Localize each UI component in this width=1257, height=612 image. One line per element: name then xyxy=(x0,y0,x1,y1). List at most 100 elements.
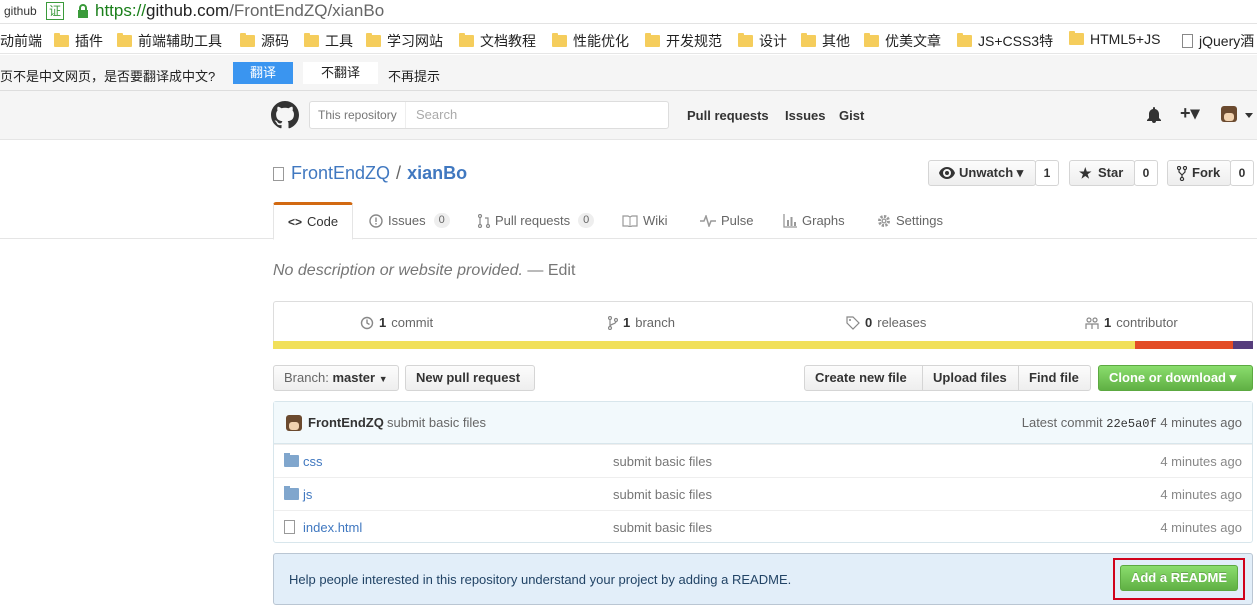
create-new-file-button[interactable]: Create new file xyxy=(804,365,923,391)
folder-icon xyxy=(54,33,69,47)
notification-bell-icon[interactable] xyxy=(1147,107,1161,123)
tab-pull-requests[interactable]: Pull requests 0 xyxy=(478,202,595,239)
bookmark-folder[interactable]: 源码 xyxy=(240,31,289,51)
tab-wiki[interactable]: Wiki xyxy=(622,202,668,239)
nav-gist[interactable]: Gist xyxy=(839,108,864,123)
repo-name-link[interactable]: xianBo xyxy=(407,163,467,184)
bookmark-folder[interactable]: 学习网站 xyxy=(366,31,443,51)
language-segment[interactable] xyxy=(273,341,1136,349)
clone-or-download-button[interactable]: Clone or download ▾ xyxy=(1098,365,1253,391)
language-segment[interactable] xyxy=(1135,341,1234,349)
file-commit-message[interactable]: submit basic files xyxy=(613,454,712,469)
fork-button[interactable]: Fork xyxy=(1167,160,1231,186)
commit-sha[interactable]: 22e5a0f xyxy=(1106,417,1156,431)
folder-icon xyxy=(738,33,753,47)
bookmark-folder[interactable]: 前端辅助工具 xyxy=(117,31,222,51)
pull-requests-count: 0 xyxy=(578,213,595,228)
fork-count[interactable]: 0 xyxy=(1230,160,1254,186)
readme-prompt: Help people interested in this repositor… xyxy=(273,553,1253,605)
certificate-badge[interactable]: 证 xyxy=(46,2,64,20)
commits-stat[interactable]: 1 commit xyxy=(360,315,433,330)
file-name[interactable]: index.html xyxy=(303,520,362,535)
watch-button[interactable]: Unwatch ▾ xyxy=(928,160,1036,186)
nav-pull-requests[interactable]: Pull requests xyxy=(687,108,769,123)
bookmark-folder[interactable]: HTML5+JS xyxy=(1069,31,1160,47)
tab-settings[interactable]: Settings xyxy=(877,202,943,239)
language-bar[interactable] xyxy=(273,341,1253,349)
commit-author-avatar[interactable] xyxy=(286,415,302,431)
commit-message[interactable]: submit basic files xyxy=(387,415,486,430)
folder-icon xyxy=(864,33,879,47)
bookmark-folder[interactable]: JS+CSS3特 xyxy=(957,31,1053,51)
file-commit-message[interactable]: submit basic files xyxy=(613,520,712,535)
bookmark-page[interactable]: jQuery酒 xyxy=(1182,31,1254,51)
folder-icon xyxy=(366,33,381,47)
new-menu-button[interactable]: +▾ xyxy=(1180,103,1200,124)
find-file-button[interactable]: Find file xyxy=(1018,365,1091,391)
page-icon xyxy=(1182,34,1193,48)
bookmark-folder[interactable]: 其他 xyxy=(801,31,850,51)
folder-icon xyxy=(284,486,299,500)
table-row[interactable]: index.html submit basic files 4 minutes … xyxy=(274,510,1252,543)
translate-message: 页不是中文网页，是否要翻译成中文? xyxy=(0,69,216,84)
bookmark-folder[interactable]: 文档教程 xyxy=(459,31,536,51)
lock-icon xyxy=(78,4,88,18)
star-button[interactable]: ★ Star xyxy=(1069,160,1135,186)
pull-request-icon xyxy=(478,213,490,228)
edit-description-link[interactable]: Edit xyxy=(548,262,576,279)
repo-description: No description or website provided. — Ed… xyxy=(273,262,575,280)
file-name[interactable]: js xyxy=(303,487,312,502)
tab-pulse[interactable]: Pulse xyxy=(700,202,754,239)
tag-icon xyxy=(846,315,860,330)
contributors-stat[interactable]: 1 contributor xyxy=(1085,315,1178,330)
new-pull-request-button[interactable]: New pull request xyxy=(405,365,535,391)
github-logo-icon[interactable] xyxy=(271,101,299,129)
table-row[interactable]: js submit basic files 4 minutes ago xyxy=(274,477,1252,510)
user-avatar[interactable] xyxy=(1221,106,1237,122)
bookmark-folder[interactable]: 开发规范 xyxy=(645,31,722,51)
repo-owner-link[interactable]: FrontEndZQ xyxy=(291,163,390,184)
file-commit-message[interactable]: submit basic files xyxy=(613,487,712,502)
browser-address-bar[interactable]: github 证 https://github.com/FrontEndZQ/x… xyxy=(0,0,1257,24)
chevron-down-icon: ▼ xyxy=(378,374,388,384)
star-count[interactable]: 0 xyxy=(1134,160,1158,186)
bookmark-item[interactable]: 动前端 xyxy=(0,31,42,51)
code-icon: <> xyxy=(288,215,303,229)
tab-issues[interactable]: Issues 0 xyxy=(369,202,450,239)
folder-icon xyxy=(552,33,567,47)
bookmark-folder[interactable]: 设计 xyxy=(738,31,787,51)
file-age: 4 minutes ago xyxy=(1160,454,1242,469)
tab-graphs[interactable]: Graphs xyxy=(783,202,845,239)
search-box[interactable]: This repository Search xyxy=(309,101,669,129)
releases-stat[interactable]: 0 releases xyxy=(846,315,926,330)
search-input[interactable]: Search xyxy=(416,102,457,128)
upload-files-button[interactable]: Upload files xyxy=(922,365,1019,391)
url-text[interactable]: https://github.com/FrontEndZQ/xianBo xyxy=(95,1,384,21)
repo-title: FrontEndZQ / xianBo xyxy=(273,163,467,184)
graph-icon xyxy=(783,213,797,228)
commit-author[interactable]: FrontEndZQ xyxy=(308,415,384,430)
bookmark-folder[interactable]: 工具 xyxy=(304,31,353,51)
commit-meta: Latest commit 22e5a0f 4 minutes ago xyxy=(1021,415,1242,431)
branch-select[interactable]: Branch: master ▼ xyxy=(273,365,399,391)
gear-icon xyxy=(878,214,890,227)
tab-code[interactable]: <> Code xyxy=(273,202,353,240)
never-prompt-link[interactable]: 不再提示 xyxy=(388,66,440,85)
branches-stat[interactable]: 1 branch xyxy=(608,315,675,330)
chevron-down-icon[interactable] xyxy=(1245,113,1253,118)
bookmark-folder[interactable]: 优美文章 xyxy=(864,31,941,51)
add-readme-button[interactable]: Add a README xyxy=(1120,565,1238,591)
nav-issues[interactable]: Issues xyxy=(785,108,825,123)
bookmark-folder[interactable]: 插件 xyxy=(54,31,103,51)
language-segment[interactable] xyxy=(1233,341,1253,349)
table-row[interactable]: css submit basic files 4 minutes ago xyxy=(274,444,1252,477)
watch-count[interactable]: 1 xyxy=(1035,160,1059,186)
repo-tabs: <> Code Issues 0 Pull requests 0 Wiki Pulse… xyxy=(0,202,1257,240)
search-scope: This repository xyxy=(310,102,406,128)
translate-button[interactable]: 翻译 xyxy=(233,62,293,84)
file-name[interactable]: css xyxy=(303,454,323,469)
no-translate-button[interactable]: 不翻译 xyxy=(303,62,378,84)
file-age: 4 minutes ago xyxy=(1160,487,1242,502)
bookmark-folder[interactable]: 性能优化 xyxy=(552,31,629,51)
issues-count: 0 xyxy=(433,213,450,228)
